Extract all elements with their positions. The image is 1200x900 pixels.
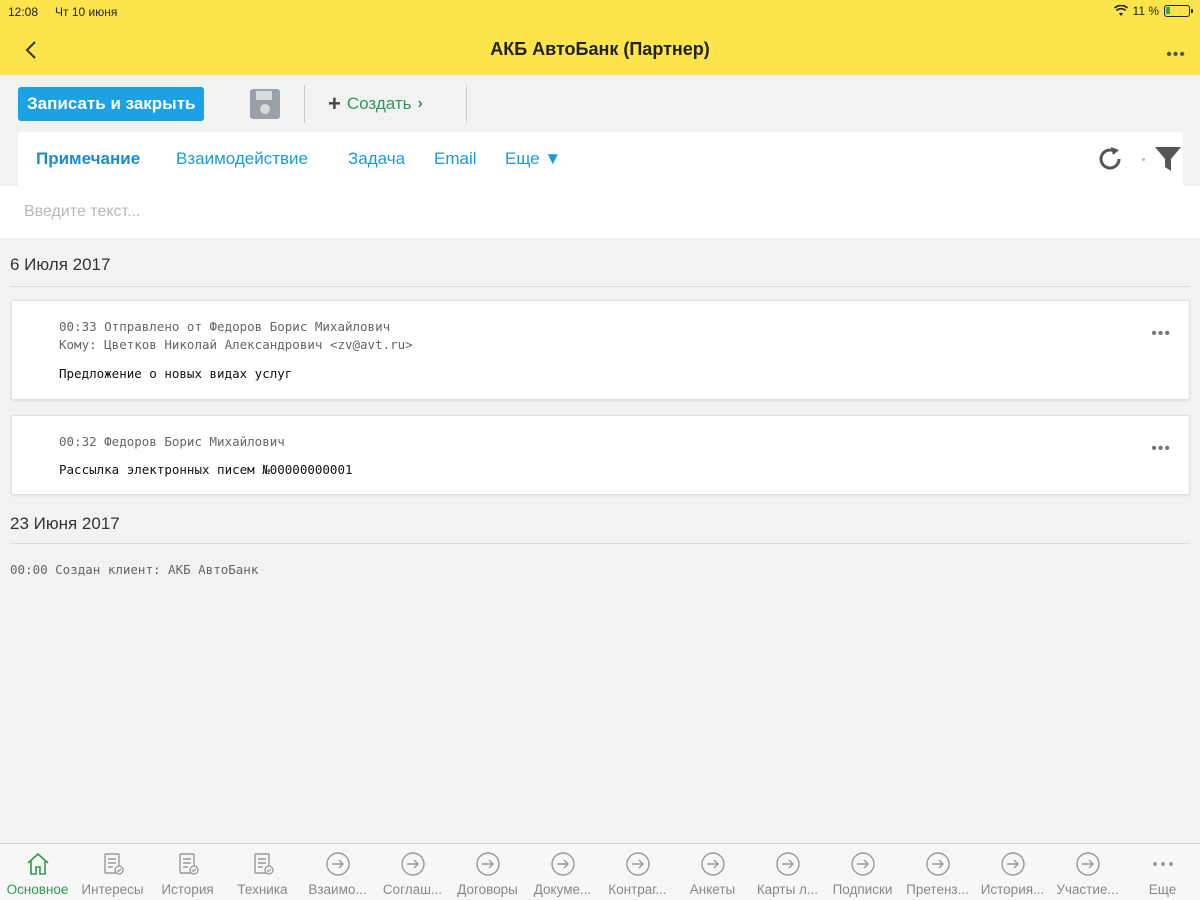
tab-bar-item-history-2[interactable]: История... xyxy=(975,844,1050,900)
tab-note[interactable]: Примечание xyxy=(36,149,140,169)
interaction-tabs: Примечание Взаимодействие Задача Email Е… xyxy=(18,132,1183,186)
tab-bar-item-loyalty-cards[interactable]: Карты л... xyxy=(750,844,825,900)
status-time: 12:08 xyxy=(8,5,39,19)
tab-bar-label: Участие... xyxy=(1056,882,1119,897)
tab-bar-label: История xyxy=(161,882,214,897)
tab-bar-label: Техника xyxy=(237,882,288,897)
tab-bar-item-history[interactable]: История xyxy=(150,844,225,900)
tab-bar-item-interests[interactable]: Интересы xyxy=(75,844,150,900)
arrow-circle-icon xyxy=(1076,852,1100,876)
form-toolbar: Записать и закрыть + Создать › xyxy=(0,75,1200,132)
tab-bar-item-contracts[interactable]: Договоры xyxy=(450,844,525,900)
filter-icon[interactable] xyxy=(1153,144,1183,174)
tab-bar-label: Договоры xyxy=(457,882,518,897)
card-sender-line: 00:32 Федоров Борис Михайлович xyxy=(59,434,285,449)
tab-bar-label: Еще xyxy=(1148,882,1177,897)
tab-bar-item-agreements[interactable]: Соглаш... xyxy=(375,844,450,900)
save-and-close-button[interactable]: Записать и закрыть xyxy=(18,87,205,121)
tab-bar-label: История... xyxy=(980,882,1045,897)
tab-email[interactable]: Email xyxy=(434,149,477,169)
tab-bar-item-documents[interactable]: Докуме... xyxy=(525,844,600,900)
tab-bar-label: Интересы xyxy=(81,882,144,897)
toolbar-separator xyxy=(466,85,467,123)
tab-interaction[interactable]: Взаимодействие xyxy=(176,149,308,169)
tab-bar-item-participation[interactable]: Участие... xyxy=(1050,844,1125,900)
timeline-card-email[interactable]: 00:33 Отправлено от Федоров Борис Михайл… xyxy=(11,300,1190,400)
divider xyxy=(10,543,1190,544)
battery-icon xyxy=(1164,5,1193,17)
tab-bar-label: Карты л... xyxy=(756,882,819,897)
top-bar: 12:08 Чт 10 июня 11 % АКБ АвтоБанк (Парт… xyxy=(0,0,1200,75)
card-more-icon[interactable]: ••• xyxy=(1151,325,1171,343)
document-check-icon xyxy=(179,853,199,875)
wifi-icon xyxy=(1113,5,1128,16)
tab-bar-item-interactions[interactable]: Взаимо... xyxy=(300,844,375,900)
tab-bar-label: Основное xyxy=(6,882,69,897)
arrow-circle-icon xyxy=(1001,852,1025,876)
card-recipient-line: Кому: Цветков Николай Александрович <zv@… xyxy=(59,337,413,352)
tab-bar-label: Контраг... xyxy=(608,882,667,897)
card-subject: Предложение о новых видах услуг xyxy=(59,366,293,381)
more-dots-icon xyxy=(1153,862,1173,866)
tab-bar-label: Соглаш... xyxy=(382,882,443,897)
tab-bar-item-surveys[interactable]: Анкеты xyxy=(675,844,750,900)
tab-bar-item-subscriptions[interactable]: Подписки xyxy=(825,844,900,900)
tab-bar-item-counterparties[interactable]: Контраг... xyxy=(600,844,675,900)
arrow-circle-icon xyxy=(851,852,875,876)
tab-bar-item-equipment[interactable]: Техника xyxy=(225,844,300,900)
navigation-bar: АКБ АвтоБанк (Партнер) ••• xyxy=(0,24,1200,75)
refresh-icon[interactable] xyxy=(1095,144,1125,174)
card-subject: Рассылка электронных писем №00000000001 xyxy=(59,462,353,477)
timeline-date-header: 6 Июля 2017 xyxy=(10,255,111,274)
page-title: АКБ АвтоБанк (Партнер) xyxy=(490,39,710,59)
document-check-icon xyxy=(254,853,274,875)
tab-task[interactable]: Задача xyxy=(348,149,405,169)
chevron-right-icon: › xyxy=(417,95,423,112)
toolbar-dot xyxy=(1142,158,1145,161)
battery-percent: 11 % xyxy=(1132,4,1159,18)
tab-bar-label: Докуме... xyxy=(533,882,592,897)
status-date: Чт 10 июня xyxy=(55,5,118,19)
toolbar-separator xyxy=(304,85,305,123)
arrow-circle-icon xyxy=(701,852,725,876)
status-right: 11 % xyxy=(1113,4,1193,18)
more-options-icon[interactable]: ••• xyxy=(1166,46,1186,64)
document-check-icon xyxy=(104,853,124,875)
save-disk-icon[interactable] xyxy=(248,87,282,121)
tab-bar-label: Претенз... xyxy=(906,882,969,897)
arrow-circle-icon xyxy=(776,852,800,876)
arrow-circle-icon xyxy=(476,852,500,876)
tab-bar-item-claims[interactable]: Претенз... xyxy=(900,844,975,900)
create-label: Создать xyxy=(346,94,412,113)
tab-more[interactable]: Еще ▼ xyxy=(505,149,561,169)
card-more-icon[interactable]: ••• xyxy=(1151,440,1171,458)
tab-bar-item-more[interactable]: Еще xyxy=(1125,844,1200,900)
card-sender-line: 00:33 Отправлено от Федоров Борис Михайл… xyxy=(59,319,391,334)
divider xyxy=(10,286,1190,287)
note-text-input[interactable] xyxy=(0,186,1200,238)
create-button[interactable]: + Создать › xyxy=(328,93,423,115)
status-bar: 12:08 Чт 10 июня 11 % xyxy=(0,0,1200,24)
timeline-date-header: 23 Июня 2017 xyxy=(10,514,120,533)
tab-bar-item-main[interactable]: Основное xyxy=(0,844,75,900)
timeline-card-mailing[interactable]: 00:32 Федоров Борис Михайлович Рассылка … xyxy=(11,415,1190,495)
tab-bar-label: Подписки xyxy=(832,882,893,897)
arrow-circle-icon xyxy=(401,852,425,876)
bottom-tab-bar: Основное Интересы История Техника Взаимо... С… xyxy=(0,843,1200,900)
arrow-circle-icon xyxy=(626,852,650,876)
tab-bar-label: Анкеты xyxy=(689,882,736,897)
home-icon xyxy=(27,852,49,875)
tab-bar-label: Взаимо... xyxy=(308,882,367,897)
plus-icon: + xyxy=(328,91,341,116)
arrow-circle-icon xyxy=(326,852,350,876)
arrow-circle-icon xyxy=(551,852,575,876)
timeline-entry-client-created: 00:00 Создан клиент: АКБ АвтоБанк xyxy=(10,562,259,577)
arrow-circle-icon xyxy=(926,852,950,876)
